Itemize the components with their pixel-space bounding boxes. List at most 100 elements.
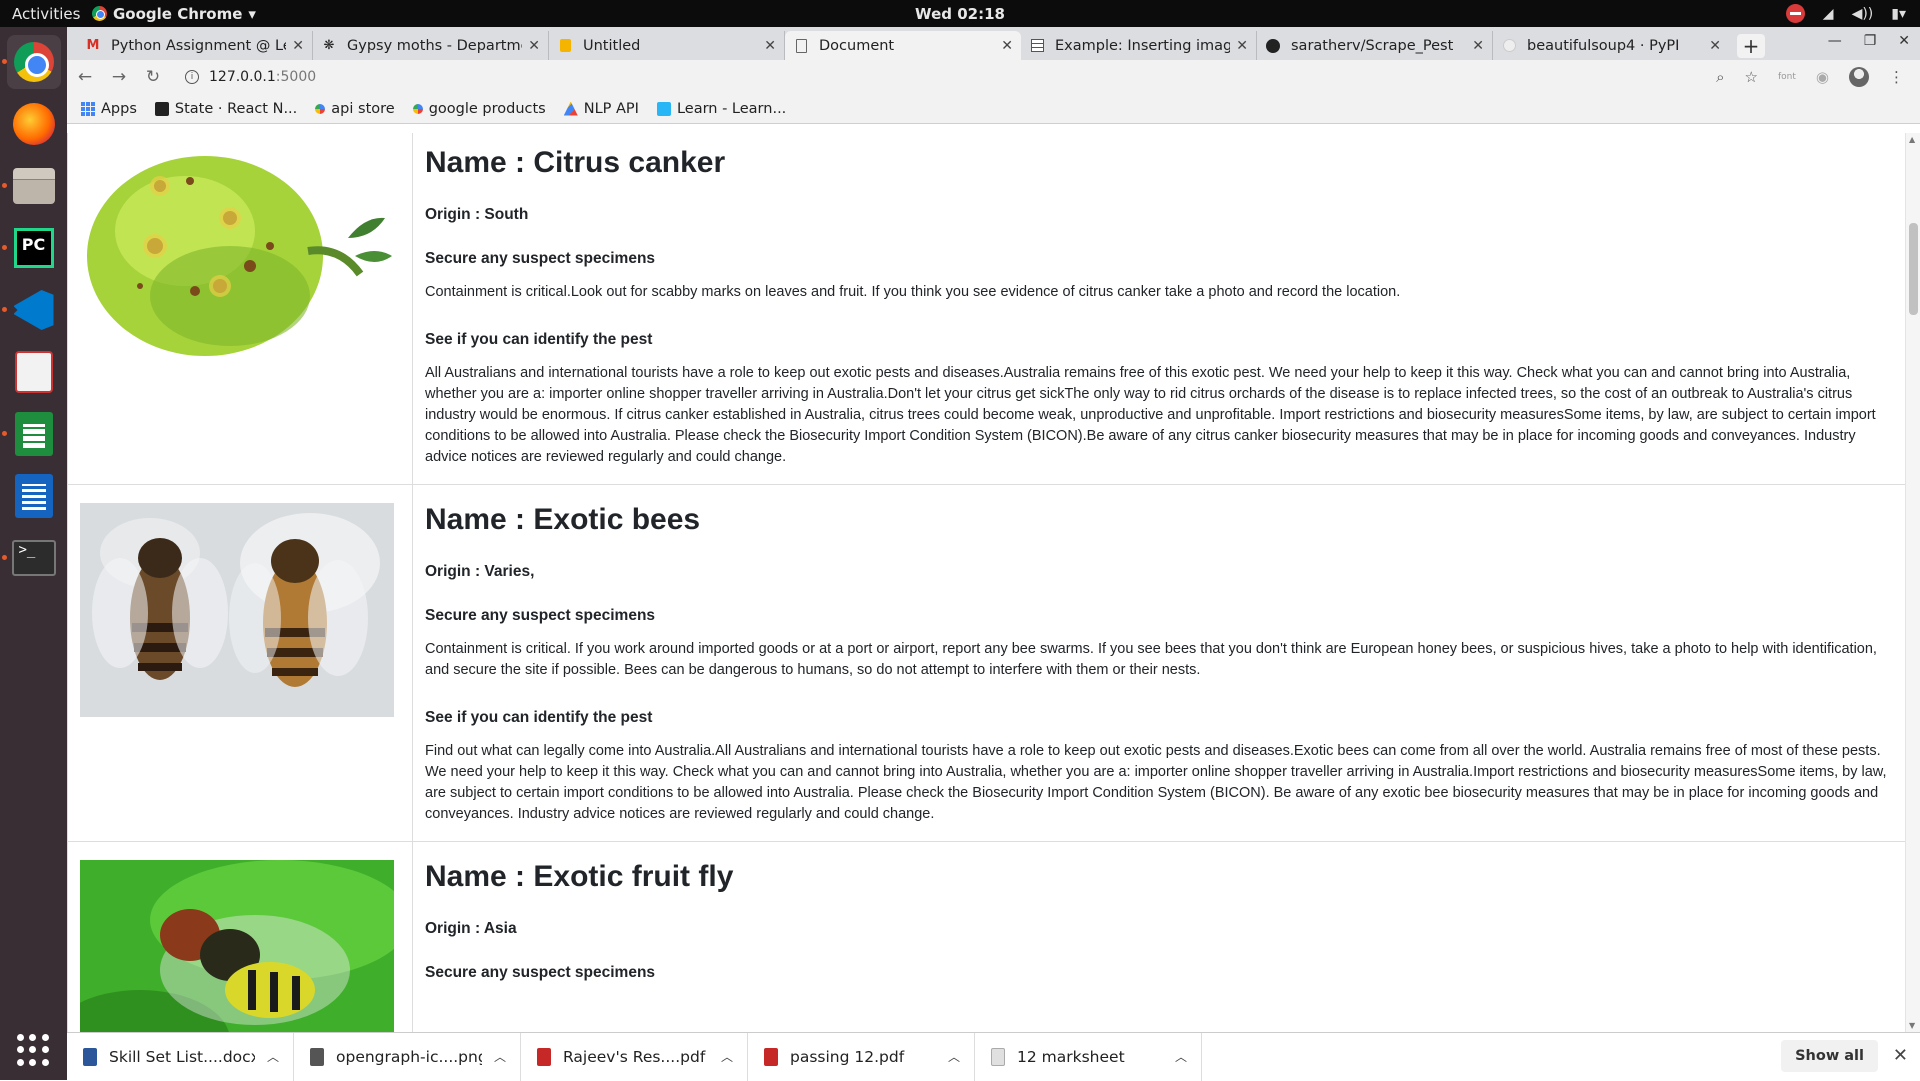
secure-heading: Secure any suspect specimens <box>425 964 656 981</box>
scrollbar-thumb[interactable] <box>1909 223 1918 315</box>
download-item[interactable]: Rajeev's Res....pdf ︿ <box>521 1032 748 1081</box>
info-icon[interactable]: i <box>185 70 199 84</box>
download-item[interactable]: opengraph-ic....png ︿ <box>294 1032 521 1081</box>
vertical-scrollbar[interactable]: ▲ ▼ <box>1905 133 1920 1032</box>
show-applications-button[interactable] <box>17 1034 49 1066</box>
chevron-up-icon[interactable]: ︿ <box>267 1048 279 1065</box>
system-tray[interactable]: ◢ ◀)) ▮▾ <box>1785 4 1906 23</box>
bookmark-label: google products <box>428 100 546 117</box>
minimize-icon[interactable]: — <box>1828 33 1842 49</box>
download-item[interactable]: Skill Set List....docx ︿ <box>67 1032 294 1081</box>
close-icon[interactable]: ✕ <box>1472 38 1484 54</box>
download-item[interactable]: 12 marksheet ︿ <box>975 1032 1202 1081</box>
tab-title: beautifulsoup4 · PyPI <box>1527 37 1680 54</box>
reload-icon[interactable]: ↻ <box>145 67 161 87</box>
address-bar[interactable]: i 127.0.0.1:5000 <box>179 64 1698 90</box>
pest-info-cell: Name : Exotic bees Origin : Varies, Secu… <box>412 484 1905 842</box>
gmail-icon: M <box>86 38 100 53</box>
bookmark-learn[interactable]: Learn - Learn... <box>656 100 787 117</box>
tab-title: Untitled <box>583 37 641 54</box>
dock-document-viewer[interactable] <box>7 345 61 399</box>
apps-icon <box>81 101 95 116</box>
bookmark-google-products[interactable]: google products <box>412 100 546 117</box>
bookmark-label: Apps <box>101 100 137 117</box>
pest-name: Name : Exotic bees <box>425 503 701 536</box>
bookmark-apps[interactable]: Apps <box>81 101 137 117</box>
close-icon[interactable]: ✕ <box>1001 38 1013 54</box>
bookmark-label: State · React N... <box>174 100 298 117</box>
zoom-icon[interactable]: ⌕ <box>1716 68 1724 86</box>
forward-arrow-icon[interactable]: → <box>111 67 127 87</box>
dock-chrome[interactable] <box>1 35 61 89</box>
menu-kebab-icon[interactable]: ⋮ <box>1889 68 1904 86</box>
show-all-button[interactable]: Show all <box>1781 1040 1878 1072</box>
bookmark-state-react[interactable]: State · React N... <box>154 100 298 117</box>
chevron-up-icon[interactable]: ︿ <box>948 1048 960 1065</box>
app-menu[interactable]: Google Chrome ▾ <box>92 5 256 23</box>
table-row: Name : Exotic bees Origin : Varies, Secu… <box>67 484 1905 842</box>
font-extension-icon[interactable]: font <box>1778 72 1796 82</box>
clock[interactable]: Wed 02:18 <box>915 5 1005 23</box>
launcher-dock: PC >_ <box>0 27 67 1080</box>
tab-untitled[interactable]: Untitled ✕ <box>549 31 785 60</box>
restore-icon[interactable]: ❐ <box>1864 33 1877 49</box>
tab-python-assignment[interactable]: M Python Assignment @ Le ✕ <box>77 31 313 60</box>
generic-file-icon <box>991 1047 1005 1066</box>
url-host: 127.0.0.1 <box>209 69 276 85</box>
pdf-file-icon <box>764 1047 778 1066</box>
document-viewer-icon <box>14 351 53 393</box>
dock-firefox[interactable] <box>7 97 61 151</box>
tab-gypsy-moths[interactable]: ❋ Gypsy moths - Departmen ✕ <box>313 31 549 60</box>
battery-icon: ▮▾ <box>1891 5 1906 22</box>
pypi-icon <box>1501 38 1517 54</box>
download-name: opengraph-ic....png <box>336 1047 482 1066</box>
running-indicator <box>1 245 7 250</box>
scroll-down-icon[interactable]: ▼ <box>1909 1021 1915 1030</box>
tab-beautifulsoup4-pypi[interactable]: beautifulsoup4 · PyPI ✕ <box>1493 31 1729 60</box>
chrome-icon <box>92 6 107 21</box>
bookmark-label: Learn - Learn... <box>676 100 787 117</box>
tab-strip: M Python Assignment @ Le ✕ ❋ Gypsy moths… <box>67 27 1920 60</box>
page-viewport[interactable]: Name : Citrus canker Origin : South Secu… <box>67 133 1920 1032</box>
close-icon[interactable]: ✕ <box>528 38 540 54</box>
download-item[interactable]: passing 12.pdf ︿ <box>748 1032 975 1081</box>
close-icon[interactable]: ✕ <box>1709 38 1721 54</box>
dock-pycharm[interactable]: PC <box>1 221 61 275</box>
close-icon[interactable]: ✕ <box>764 38 776 54</box>
running-indicator <box>1 59 7 64</box>
bookmark-nlp-api[interactable]: NLP API <box>563 101 639 117</box>
do-not-disturb-icon[interactable] <box>1785 4 1805 23</box>
chevron-up-icon[interactable]: ︿ <box>494 1048 506 1065</box>
chevron-up-icon[interactable]: ︿ <box>1175 1048 1187 1065</box>
dock-writer[interactable] <box>7 469 61 523</box>
scroll-up-icon[interactable]: ▲ <box>1909 135 1915 144</box>
tab-title: Python Assignment @ Le <box>111 37 287 54</box>
close-icon[interactable]: ✕ <box>1236 38 1248 54</box>
bookmark-api-store[interactable]: api store <box>315 101 395 117</box>
back-arrow-icon[interactable]: ← <box>77 67 93 87</box>
bookmark-star-icon[interactable]: ☆ <box>1745 68 1758 86</box>
chevron-up-icon[interactable]: ︿ <box>721 1048 733 1065</box>
word-file-icon <box>83 1047 97 1066</box>
table-icon <box>1029 38 1045 54</box>
close-window-icon[interactable]: ✕ <box>1898 33 1910 49</box>
dock-terminal[interactable]: >_ <box>1 531 61 585</box>
new-tab-button[interactable]: + <box>1737 34 1765 58</box>
dock-spreadsheet[interactable] <box>1 407 61 461</box>
google-icon <box>412 103 423 114</box>
running-indicator <box>1 183 7 188</box>
pest-table: Name : Citrus canker Origin : South Secu… <box>67 133 1905 1032</box>
tab-document[interactable]: Document ✕ <box>785 31 1021 60</box>
close-icon[interactable]: ✕ <box>1893 1045 1908 1066</box>
profile-avatar[interactable] <box>1849 67 1869 87</box>
dock-files[interactable] <box>1 159 61 213</box>
tab-github-scrape-pest[interactable]: saratherv/Scrape_Pest ✕ <box>1257 31 1493 60</box>
extension-icon[interactable]: ◉ <box>1816 68 1829 86</box>
pest-origin: Origin : South <box>425 206 529 223</box>
tab-example-inserting-image[interactable]: Example: Inserting image ✕ <box>1021 31 1257 60</box>
activities-button[interactable]: Activities <box>0 5 92 23</box>
close-icon[interactable]: ✕ <box>292 38 304 54</box>
firefox-icon <box>12 103 55 145</box>
dock-vscode[interactable] <box>1 283 61 337</box>
downloads-bar: Skill Set List....docx ︿ opengraph-ic...… <box>67 1032 1920 1081</box>
